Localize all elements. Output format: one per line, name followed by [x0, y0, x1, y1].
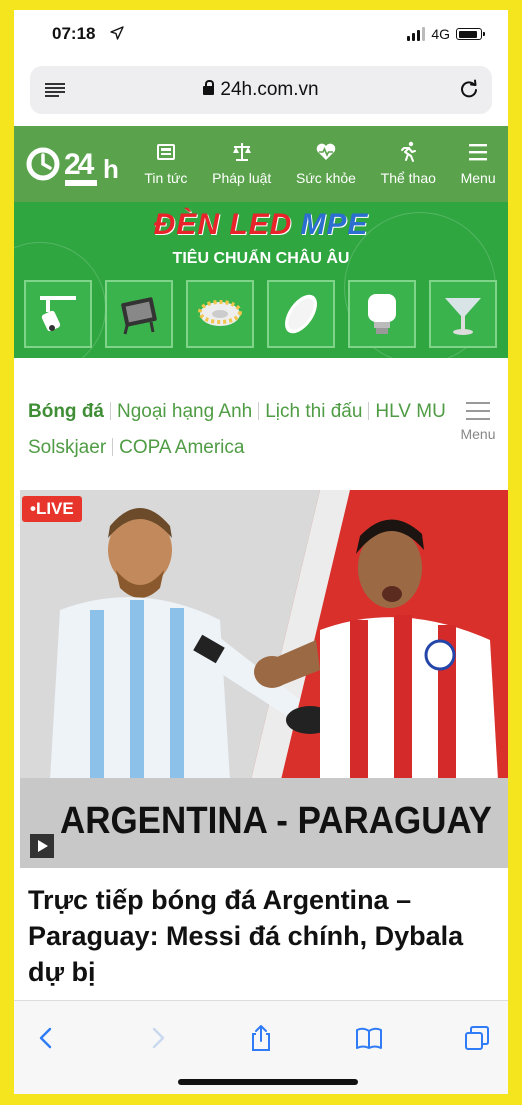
article-headline[interactable]: Trực tiếp bóng đá Argentina – Paraguay: …: [28, 882, 498, 990]
url-display[interactable]: 24h.com.vn: [30, 79, 492, 101]
banner-title-part2: MPE: [300, 208, 369, 241]
separator: [258, 402, 260, 420]
led-strip-tile[interactable]: [186, 280, 254, 348]
svg-text:24: 24: [64, 148, 95, 181]
forward-chevron-icon[interactable]: [142, 1023, 172, 1053]
category-menu-label: Menu: [460, 426, 496, 442]
hamburger-icon: [469, 144, 488, 161]
nav-item-the-thao[interactable]: Thể thao: [381, 140, 436, 186]
lock-icon: [203, 80, 215, 95]
news-icon: [156, 144, 175, 160]
floodlight-icon: [121, 297, 157, 335]
banner-title-part1: ĐÈN LED: [153, 208, 293, 241]
nav-label: Menu: [460, 170, 496, 186]
site-nav: Tin tức Pháp luật Sức khỏe Thể thao Menu: [132, 140, 508, 186]
category-link-copa-america[interactable]: COPA America: [119, 437, 244, 458]
track-light-icon: [40, 296, 76, 332]
live-badge: •LIVE: [22, 496, 82, 522]
nav-label: Thể thao: [380, 170, 436, 186]
reload-icon[interactable]: [458, 78, 480, 100]
nav-item-menu[interactable]: Menu: [461, 140, 496, 186]
battery-icon: [456, 28, 485, 40]
track-light-tile[interactable]: [24, 280, 92, 348]
address-bar[interactable]: 24h.com.vn: [30, 66, 492, 114]
banner-title: ĐÈN LED MPE: [14, 208, 508, 242]
led-strip-icon: [198, 300, 242, 326]
tabs-icon[interactable]: [462, 1023, 492, 1053]
hero-caption: ARGENTINA - PARAGUAY: [60, 800, 492, 842]
category-links: Bóng đá Ngoại hạng Anh Lịch thi đấu HLV MU …: [28, 394, 458, 466]
network-type: 4G: [431, 26, 450, 42]
separator: [110, 402, 111, 420]
nav-label: Tin tức: [144, 170, 188, 186]
runner-icon: [401, 141, 417, 162]
status-time: 07:18: [52, 24, 96, 43]
category-menu-button[interactable]: Menu: [458, 402, 498, 442]
play-icon[interactable]: [30, 834, 54, 858]
bookmarks-icon[interactable]: [354, 1023, 384, 1053]
back-chevron-icon[interactable]: [32, 1023, 62, 1053]
category-active-bong-da[interactable]: Bóng đá: [28, 401, 104, 422]
scales-icon: [232, 143, 251, 161]
floodlight-tile[interactable]: [105, 280, 173, 348]
separator: [368, 402, 370, 420]
signal-strength-icon: [407, 27, 426, 41]
hero-video-card[interactable]: •LIVE ARGENTINA - PARAGUAY: [20, 490, 508, 868]
product-tiles: [24, 280, 497, 348]
site-logo[interactable]: 24 h: [24, 138, 134, 192]
hero-caption-bar: ARGENTINA - PARAGUAY: [20, 778, 508, 868]
status-bar: 07:18 4G: [14, 10, 508, 60]
site-header: 24 h Tin tức Pháp luật Sức khỏe Thể thao…: [14, 126, 508, 202]
separator: [112, 438, 114, 456]
home-indicator[interactable]: [178, 1079, 358, 1085]
banner-subtitle: TIÊU CHUẨN CHÂU ÂU: [172, 250, 350, 267]
browser-toolbar: [14, 1000, 508, 1094]
nav-item-suc-khoe[interactable]: Sức khỏe: [296, 140, 356, 186]
panel-light-tile[interactable]: [267, 280, 335, 348]
bulb-tile[interactable]: [348, 280, 416, 348]
nav-label: Sức khỏe: [295, 170, 356, 186]
category-link-lich-thi-dau[interactable]: Lịch thi đấu: [265, 401, 362, 422]
nav-item-phap-luat[interactable]: Pháp luật: [212, 140, 271, 186]
pendant-lamp-icon: [445, 298, 481, 335]
hamburger-icon: [458, 402, 498, 420]
phone-screen: 07:18 4G 24h.com.vn 24 h Tin tức Pháp lu…: [14, 10, 508, 1094]
category-link-ngoai-hang-anh[interactable]: Ngoại hạng Anh: [117, 401, 252, 422]
category-nav: Bóng đá Ngoại hạng Anh Lịch thi đấu HLV MU …: [14, 380, 508, 470]
panel-light-icon: [285, 294, 317, 334]
health-heart-icon: [316, 143, 336, 160]
url-text: 24h.com.vn: [220, 79, 319, 100]
pendant-lamp-tile[interactable]: [429, 280, 497, 348]
nav-label: Pháp luật: [212, 170, 272, 186]
led-bulb-icon: [368, 294, 396, 334]
share-icon[interactable]: [246, 1023, 276, 1053]
nav-item-tin-tuc[interactable]: Tin tức: [144, 140, 187, 186]
led-banner-ad[interactable]: ĐÈN LED MPE TIÊU CHUẨN CHÂU ÂU: [14, 202, 508, 358]
location-arrow-icon: [110, 26, 124, 40]
svg-text:h: h: [103, 154, 119, 184]
